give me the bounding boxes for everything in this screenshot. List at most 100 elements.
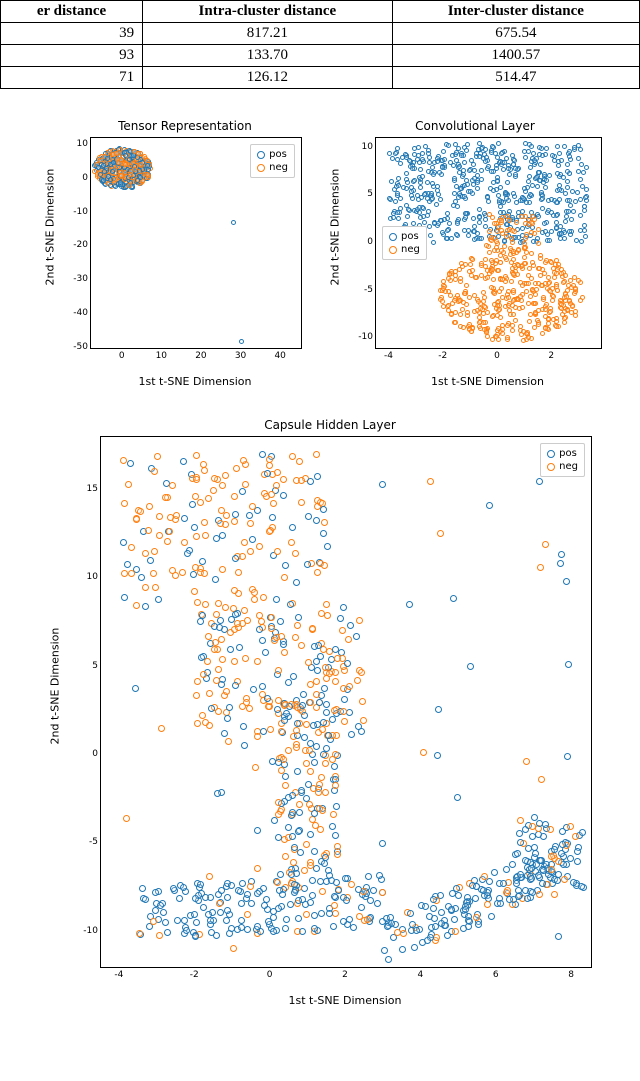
- scatter-point: [486, 199, 491, 204]
- scatter-point: [152, 584, 159, 591]
- scatter-point: [121, 594, 128, 601]
- scatter-point: [569, 217, 574, 222]
- scatter-point: [199, 712, 206, 719]
- scatter-point: [133, 602, 140, 609]
- scatter-point: [283, 916, 290, 923]
- scatter-point: [133, 516, 140, 523]
- scatter-point: [127, 460, 134, 467]
- scatter-point: [498, 210, 503, 215]
- scatter-point: [358, 669, 365, 676]
- scatter-point: [120, 457, 127, 464]
- scatter-point: [269, 758, 276, 765]
- scatter-point: [251, 589, 258, 596]
- scatter-point: [249, 503, 256, 510]
- xlabel: 1st t-SNE Dimension: [100, 994, 590, 1007]
- scatter-point: [313, 451, 320, 458]
- scatter-point: [256, 612, 263, 619]
- scatter-point: [256, 543, 263, 550]
- scatter-point: [379, 889, 386, 896]
- scatter-point: [472, 895, 479, 902]
- scatter-point: [282, 782, 289, 789]
- scatter-point: [536, 308, 541, 313]
- scatter-point: [137, 508, 144, 515]
- scatter-point: [232, 555, 239, 562]
- scatter-point: [238, 900, 245, 907]
- scatter-point: [581, 170, 586, 175]
- scatter-point: [540, 196, 545, 201]
- scatter-point: [454, 794, 461, 801]
- scatter-point: [578, 197, 583, 202]
- scatter-point: [244, 926, 251, 933]
- scatter-point: [555, 858, 562, 865]
- scatter-point: [294, 768, 301, 775]
- scatter-point: [114, 151, 119, 156]
- scatter-point: [192, 933, 199, 940]
- scatter-point: [556, 163, 561, 168]
- scatter-point: [548, 853, 555, 860]
- chart-title: Tensor Representation: [70, 119, 300, 133]
- scatter-point: [346, 709, 353, 716]
- scatter-point: [517, 871, 524, 878]
- scatter-point: [263, 896, 270, 903]
- scatter-point: [278, 767, 285, 774]
- scatter-point: [113, 184, 118, 189]
- scatter-point: [278, 728, 285, 735]
- scatter-point: [472, 237, 477, 242]
- scatter-point: [164, 929, 171, 936]
- scatter-point: [332, 669, 339, 676]
- scatter-point: [201, 519, 208, 526]
- scatter-point: [314, 473, 321, 480]
- scatter-point: [520, 305, 525, 310]
- scatter-point: [494, 166, 499, 171]
- scatter-point: [527, 266, 532, 271]
- scatter-point: [417, 160, 422, 165]
- scatter-point: [202, 894, 209, 901]
- scatter-point: [463, 211, 468, 216]
- scatter-point: [291, 889, 298, 896]
- scatter-point: [578, 177, 583, 182]
- scatter-point: [247, 520, 254, 527]
- scatter-point: [315, 789, 322, 796]
- scatter-point: [271, 817, 278, 824]
- table-row: 39 817.21 675.54: [1, 23, 640, 45]
- scatter-point: [306, 747, 313, 754]
- scatter-point: [311, 759, 318, 766]
- scatter-point: [516, 830, 523, 837]
- scatter-point: [248, 900, 255, 907]
- scatter-point: [574, 848, 581, 855]
- scatter-point: [275, 834, 282, 841]
- scatter-point: [348, 881, 355, 888]
- scatter-point: [289, 453, 296, 460]
- scatter-point: [491, 188, 496, 193]
- scatter-point: [204, 658, 211, 665]
- scatter-point: [554, 271, 559, 276]
- scatter-point: [511, 257, 516, 262]
- scatter-point: [547, 238, 552, 243]
- scatter-point: [311, 848, 318, 855]
- scatter-point: [282, 701, 289, 708]
- scatter-point: [160, 909, 167, 916]
- scatter-point: [333, 803, 340, 810]
- scatter-point: [529, 144, 534, 149]
- scatter-point: [224, 715, 231, 722]
- scatter-point: [282, 853, 289, 860]
- scatter-point: [282, 773, 289, 780]
- scatter-point: [244, 891, 251, 898]
- scatter-point: [434, 202, 439, 207]
- scatter-point: [481, 290, 486, 295]
- scatter-point: [452, 176, 457, 181]
- legend-marker-neg: [257, 164, 265, 172]
- chart-convolutional-layer: Convolutional Layer 2nd t-SNE Dimension …: [350, 119, 600, 388]
- scatter-point: [262, 649, 269, 656]
- scatter-point: [445, 228, 450, 233]
- scatter-point: [528, 165, 533, 170]
- scatter-point: [533, 301, 538, 306]
- scatter-point: [442, 217, 447, 222]
- scatter-point: [512, 158, 517, 163]
- scatter-point: [561, 280, 566, 285]
- scatter-point: [526, 281, 531, 286]
- scatter-point: [565, 162, 570, 167]
- scatter-point: [405, 214, 410, 219]
- scatter-point: [538, 776, 545, 783]
- scatter-point: [532, 158, 537, 163]
